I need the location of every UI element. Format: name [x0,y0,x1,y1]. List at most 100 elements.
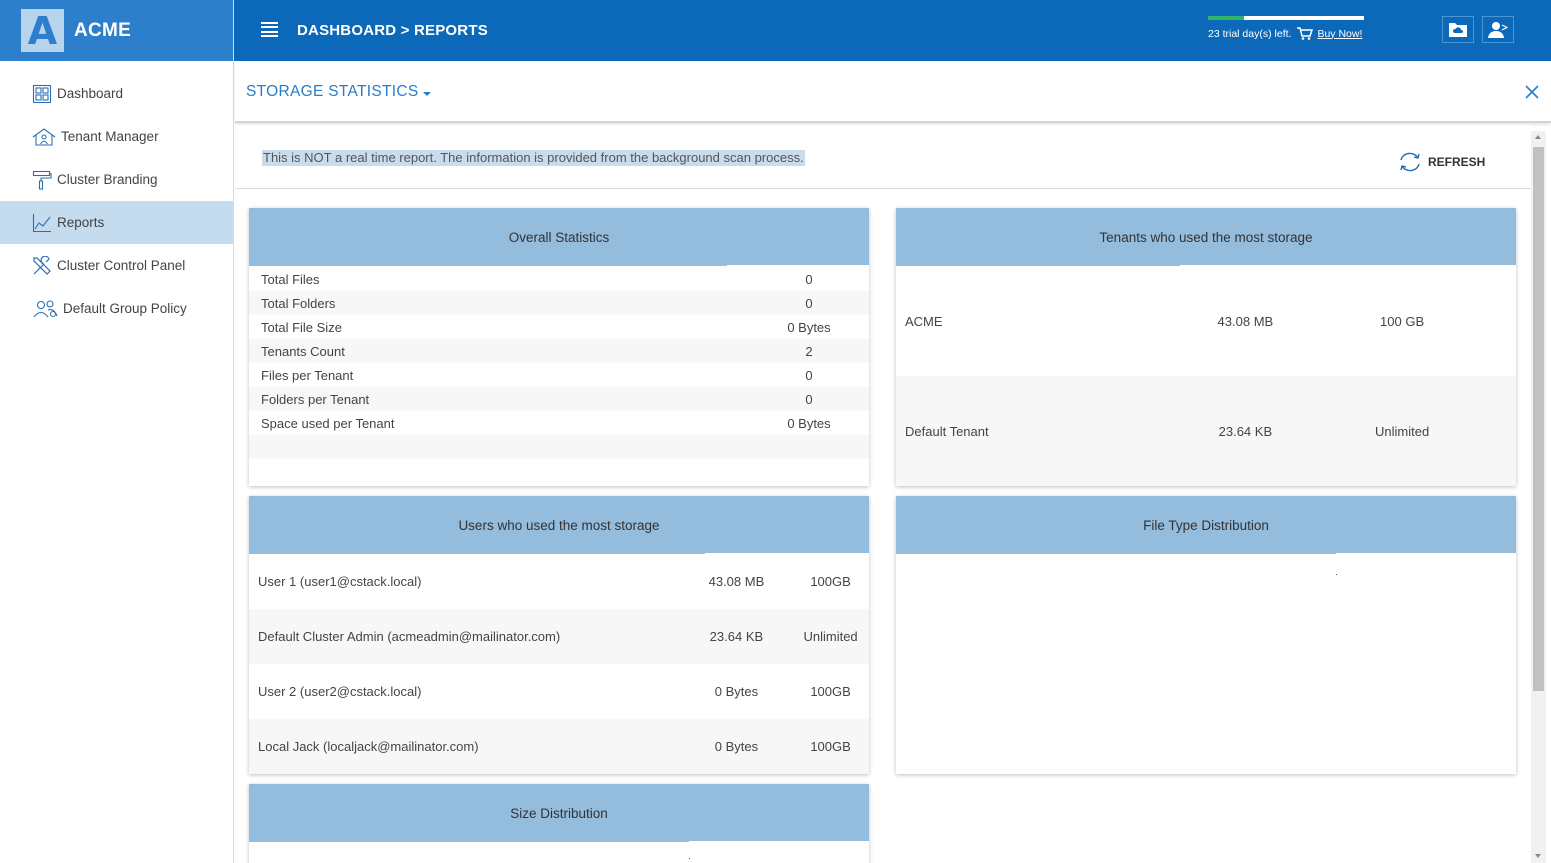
stat-label: Total File Size [261,319,342,335]
sidebar-item-label: Default Group Policy [63,301,187,316]
stat-label: Space used per Tenant [261,415,395,431]
cloud-folder-button[interactable] [1442,16,1474,43]
panel-header: Size Distribution [249,784,869,842]
shopping-cart-icon [1297,27,1314,40]
table-row: ACME 43.08 MB 100 GB [896,266,1516,376]
table-row: Tenants Count 2 [249,339,869,363]
user-used: 43.08 MB [708,574,765,589]
brand-logo-letter: A [27,8,58,53]
user-quota: 100GB [810,739,851,754]
sidebar: A ACME Dashboard Tenant Manager Cluster … [0,0,234,863]
panel-title: File Type Distribution [1143,517,1269,533]
refresh-icon [1400,152,1420,172]
hamburger-menu-icon[interactable] [261,22,278,37]
panel-header: Overall Statistics [249,208,869,266]
panel-title: Size Distribution [510,805,608,821]
scrollbar-thumb[interactable] [1533,147,1544,691]
refresh-label: REFRESH [1428,155,1486,169]
table-row: Total File Size 0 Bytes [249,315,869,339]
brand-header[interactable]: A ACME [0,0,233,61]
user-name: User 2 (user2@cstack.local) [258,684,422,699]
sidebar-item-tenant-manager[interactable]: Tenant Manager [0,115,233,158]
file-type-distribution-panel: File Type Distribution [896,496,1516,774]
stat-label: Total Folders [261,295,336,311]
tenant-used: 43.08 MB [1217,313,1274,329]
tenant-used: 23.64 KB [1218,423,1273,439]
caret-down-icon [423,91,432,96]
sidebar-item-cluster-branding[interactable]: Cluster Branding [0,158,233,201]
user-used: 0 Bytes [714,739,759,754]
tenant-house-icon [32,127,56,146]
stat-label: Tenants Count [261,343,345,359]
table-row: Space used per Tenant 0 Bytes [249,411,869,435]
stat-label: Folders per Tenant [261,391,370,407]
vertical-scrollbar[interactable] [1531,131,1546,863]
sidebar-item-label: Cluster Control Panel [57,258,186,273]
dashboard-icon [32,84,52,103]
sidebar-item-label: Tenant Manager [61,129,159,144]
scroll-down-arrow-icon[interactable] [1535,854,1541,858]
stat-value: 2 [805,343,813,359]
trial-progress-fill [1208,16,1244,20]
buy-now-link[interactable]: Buy Now! [1317,28,1362,40]
close-icon[interactable] [1525,85,1539,99]
user-account-button[interactable] [1482,16,1514,43]
sidebar-item-reports[interactable]: Reports [0,201,233,244]
sidebar-item-default-group-policy[interactable]: Default Group Policy [0,287,233,330]
report-content: This is NOT a real time report. The info… [235,125,1531,863]
table-row: Local Jack (localjack@mailinator.com) 0 B… [249,719,869,774]
tenant-name: ACME [905,313,943,329]
stat-value: 0 [805,271,813,287]
panel-title: Tenants who used the most storage [1099,229,1313,245]
table-row: Default Cluster Admin (acmeadmin@mailina… [249,609,869,664]
scroll-up-arrow-icon[interactable] [1535,135,1541,139]
brand-name: ACME [74,19,132,41]
table-row: User 1 (user1@cstack.local) 43.08 MB 100GB [249,554,869,609]
user-quota: 100GB [810,574,851,589]
user-name: User 1 (user1@cstack.local) [258,574,422,589]
user-name: Default Cluster Admin (acmeadmin@mailina… [258,629,561,644]
report-notice: This is NOT a real time report. The info… [262,150,805,166]
top-users-panel: Users who used the most storage User 1 (… [249,496,869,774]
panel-header: File Type Distribution [896,496,1516,554]
report-subheader: STORAGE STATISTICS [235,61,1551,123]
panel-title: Overall Statistics [508,229,610,245]
table-row: Total Folders 0 [249,291,869,315]
sidebar-item-dashboard[interactable]: Dashboard [0,72,233,115]
brand-logo: A [21,9,64,52]
table-row: Default Tenant 23.64 KB Unlimited [896,376,1516,486]
paint-roller-icon [32,170,52,190]
size-distribution-panel: Size Distribution [249,784,869,863]
table-row: User 2 (user2@cstack.local) 0 Bytes 100GB [249,664,869,719]
user-quota: Unlimited [803,629,858,644]
stat-label: Total Files [261,271,320,287]
stat-value: 0 [805,391,813,407]
top-bar: DASHBOARD > REPORTS 23 trial day(s) left… [234,0,1551,61]
sidebar-item-label: Dashboard [57,86,124,101]
stat-value: 0 [805,367,813,383]
top-tenants-panel: Tenants who used the most storage ACME 43… [896,208,1516,486]
breadcrumb: DASHBOARD > REPORTS [297,22,488,39]
panel-title: Users who used the most storage [458,517,660,533]
user-used: 23.64 KB [709,629,764,644]
sidebar-item-label: Reports [57,215,105,230]
user-name: Local Jack (localjack@mailinator.com) [258,739,479,754]
sidebar-item-cluster-control-panel[interactable]: Cluster Control Panel [0,244,233,287]
cloud-folder-icon [1449,22,1467,37]
trial-progress-bar [1208,16,1364,20]
user-used: 0 Bytes [714,684,759,699]
notice-row: This is NOT a real time report. The info… [235,125,1531,189]
overall-statistics-panel: Overall Statistics Total Files 0 Total Fo… [249,208,869,486]
chart-line-icon [32,213,51,232]
table-row: Total Files 0 [249,267,869,291]
tools-icon [33,255,51,275]
report-type-dropdown[interactable]: STORAGE STATISTICS [246,83,432,101]
user-account-icon [1488,21,1508,38]
table-row: Files per Tenant 0 [249,363,869,387]
file-type-chart-area [896,554,1516,774]
user-quota: 100GB [810,684,851,699]
refresh-button[interactable]: REFRESH [1395,151,1485,173]
size-chart-area [249,842,869,863]
tenant-name: Default Tenant [905,423,989,439]
panel-header: Tenants who used the most storage [896,208,1516,266]
